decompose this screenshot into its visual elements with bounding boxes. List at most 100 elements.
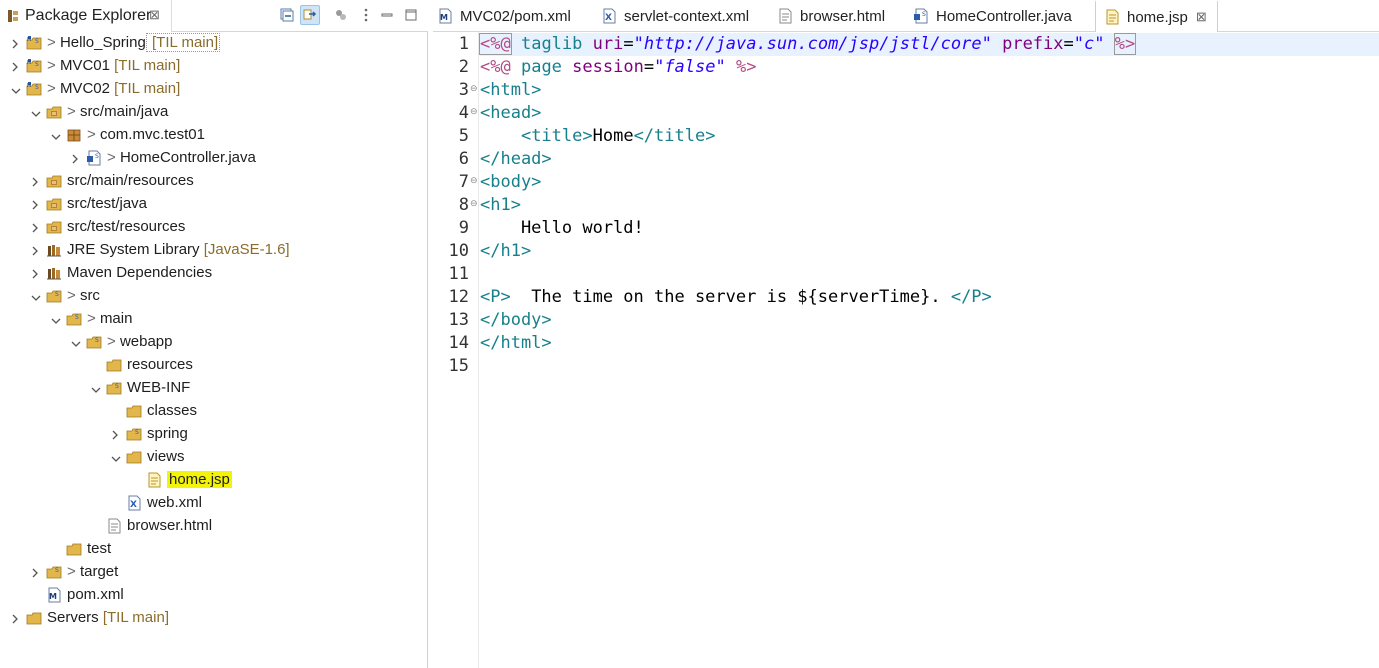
tree-item-test[interactable]: test <box>0 538 428 561</box>
tree-item-src[interactable]: S > src <box>0 285 428 308</box>
tree-item-src-main-java[interactable]: > src/main/java <box>0 101 428 124</box>
chevron-right-icon[interactable] <box>30 221 40 233</box>
tree-item-name: Maven Dependencies <box>67 264 213 281</box>
line-number: 11 <box>448 264 469 284</box>
minimize-icon[interactable] <box>377 5 397 25</box>
tree-item-maven-deps[interactable]: Maven Dependencies <box>0 262 428 285</box>
code-line[interactable]: <title>Home</title> <box>480 125 716 148</box>
chevron-down-icon[interactable] <box>70 336 81 348</box>
tab-mvc02-pom[interactable]: M MVC02/pom.xml <box>437 0 571 32</box>
link-with-editor-icon[interactable] <box>300 5 320 25</box>
code-token: page <box>520 57 562 77</box>
fold-collapse-icon[interactable]: ⊖ <box>470 176 478 186</box>
dirty-prefix: > <box>87 310 100 327</box>
dirty-prefix: > <box>47 57 60 74</box>
pomfile-icon: M <box>46 587 63 603</box>
view-menu-icon[interactable] <box>356 5 376 25</box>
tree-item-resources[interactable]: resources <box>0 354 428 377</box>
chevron-down-icon[interactable] <box>90 382 101 394</box>
tree-item-home-jsp[interactable]: home.jsp <box>0 469 428 492</box>
tree-item-main[interactable]: S > main <box>0 308 428 331</box>
tab-label: browser.html <box>800 7 886 25</box>
code-line[interactable]: <%@ page session="false" %> <box>480 56 756 79</box>
tree-item-name: JRE System Library <box>67 241 200 258</box>
chevron-right-icon[interactable] <box>30 244 40 256</box>
tree-item-label: > MVC02 [TIL main] <box>47 80 180 97</box>
line-number: 10 <box>448 241 469 261</box>
chevron-right-icon[interactable] <box>30 566 40 578</box>
chevron-right-icon[interactable] <box>30 267 40 279</box>
chevron-down-icon[interactable] <box>50 313 61 325</box>
chevron-right-icon[interactable] <box>30 175 40 187</box>
tree-item-pom-xml[interactable]: Mpom.xml <box>0 584 428 607</box>
chevron-right-icon[interactable] <box>70 152 80 164</box>
plainfolder-icon <box>126 403 143 419</box>
tree-item-label: > src <box>67 287 100 304</box>
chevron-down-icon[interactable] <box>30 290 41 302</box>
tab-homecontroller[interactable]: S HomeController.java <box>913 0 1072 32</box>
tree-item-servers[interactable]: Servers [TIL main] <box>0 607 428 630</box>
fold-collapse-icon[interactable]: ⊖ <box>470 199 478 209</box>
tree-item-classes[interactable]: classes <box>0 400 428 423</box>
tree-item-label: src/main/resources <box>67 172 194 189</box>
tree-item-target[interactable]: S > target <box>0 561 428 584</box>
chevron-right-icon[interactable] <box>30 198 40 210</box>
tree-item-name: classes <box>147 402 198 419</box>
tree-item-com-mvc-test01[interactable]: > com.mvc.test01 <box>0 124 428 147</box>
tree-item-name: home.jsp <box>167 471 232 488</box>
tree-item-mvc01[interactable]: S M > MVC01 [TIL main] <box>0 55 428 78</box>
tree-item-label: web.xml <box>147 494 202 511</box>
chevron-down-icon[interactable] <box>50 129 61 141</box>
chevron-down-icon[interactable] <box>10 83 21 95</box>
code-area[interactable]: <%@ taglib uri="http://java.sun.com/jsp/… <box>479 32 1379 668</box>
code-line[interactable]: <h1> <box>480 194 521 217</box>
tree-item-src-main-resources[interactable]: src/main/resources <box>0 170 428 193</box>
chevron-down-icon[interactable] <box>110 451 121 463</box>
tree-item-webapp[interactable]: S > webapp <box>0 331 428 354</box>
code-line[interactable]: <body> <box>480 171 541 194</box>
code-line[interactable]: <head> <box>480 102 541 125</box>
tree-item-homecontroller[interactable]: S > HomeController.java <box>0 147 428 170</box>
code-line[interactable]: <P> The time on the server is ${serverTi… <box>480 286 992 309</box>
tree-item-browser-html[interactable]: browser.html <box>0 515 428 538</box>
htmlfile-icon <box>106 518 123 534</box>
tree-item-name: resources <box>127 356 193 373</box>
tree-item-src-test-java[interactable]: src/test/java <box>0 193 428 216</box>
chevron-right-icon[interactable] <box>110 428 120 440</box>
line-number: 2 <box>458 57 469 77</box>
filter-icon[interactable] <box>331 5 351 25</box>
close-tab-icon[interactable]: ⊠ <box>1196 9 1207 25</box>
close-view-icon[interactable]: ⊠ <box>149 7 160 23</box>
code-line[interactable]: </html> <box>480 332 552 355</box>
git-branch-decoration: [TIL main] <box>98 609 169 626</box>
tree-item-mvc02[interactable]: S M > MVC02 [TIL main] <box>0 78 428 101</box>
collapse-all-icon[interactable] <box>277 5 297 25</box>
chevron-right-icon[interactable] <box>10 37 20 49</box>
tab-package-explorer[interactable]: Package Explorer ⊠ <box>0 0 172 32</box>
chevron-right-icon[interactable] <box>10 612 20 624</box>
tab-browser-html[interactable]: browser.html <box>777 0 885 32</box>
code-line[interactable]: </head> <box>480 148 552 171</box>
tree-item-jre-library[interactable]: JRE System Library [JavaSE-1.6] <box>0 239 428 262</box>
tree-item-src-test-resources[interactable]: src/test/resources <box>0 216 428 239</box>
fold-collapse-icon[interactable]: ⊖ <box>470 84 478 94</box>
fold-collapse-icon[interactable]: ⊖ <box>470 107 478 117</box>
code-line[interactable]: Hello world! <box>480 217 644 240</box>
chevron-right-icon[interactable] <box>10 60 20 72</box>
tree-item-web-inf[interactable]: S WEB-INF <box>0 377 428 400</box>
code-line[interactable]: <html> <box>480 79 541 102</box>
chevron-down-icon[interactable] <box>30 106 41 118</box>
tree-item-web-xml[interactable]: Xweb.xml <box>0 492 428 515</box>
code-line[interactable]: </h1> <box>480 240 531 263</box>
maximize-icon[interactable] <box>401 5 421 25</box>
line-number: 15 <box>448 356 469 376</box>
code-line[interactable]: </body> <box>480 309 552 332</box>
tab-servlet-context[interactable]: Xservlet-context.xml <box>601 0 749 32</box>
code-line[interactable]: <%@ taglib uri="http://java.sun.com/jsp/… <box>479 33 1379 56</box>
line-number: 4 <box>458 103 469 123</box>
tab-home-jsp[interactable]: home.jsp ⊠ <box>1095 0 1218 32</box>
tree-item-spring[interactable]: Sspring <box>0 423 428 446</box>
tree-item-views[interactable]: views <box>0 446 428 469</box>
tree-item-hello-spring[interactable]: S M > Hello_Spring [TIL main] <box>0 32 428 55</box>
